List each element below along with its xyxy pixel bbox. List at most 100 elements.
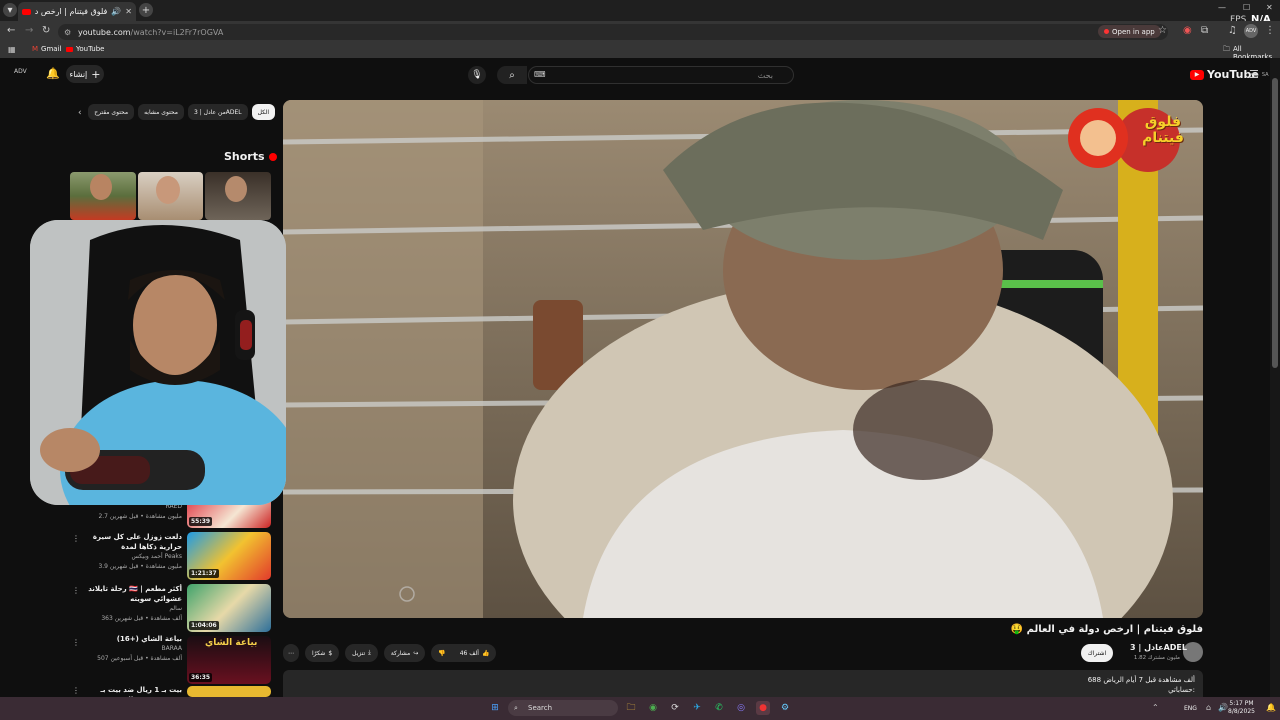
- steam-icon[interactable]: ⚙: [778, 701, 792, 715]
- new-tab-button[interactable]: +: [139, 3, 153, 17]
- shorts-shelf: [70, 172, 272, 220]
- like-dislike-group: 👎 46 ألف 👍: [431, 644, 497, 662]
- video-info: RAED 2.7 مليون مشاهدة • قبل شهرين: [80, 502, 182, 522]
- channel-name: أحمد وبيكس Peaks: [131, 553, 182, 560]
- video-thumbnail[interactable]: بياعة الشاي 36:35: [187, 636, 271, 684]
- whatsapp-icon[interactable]: ✆: [712, 701, 726, 715]
- shorts-title: Shorts: [224, 150, 265, 163]
- telegram-icon[interactable]: ✈: [690, 701, 704, 715]
- reload-icon[interactable]: ↻: [42, 25, 50, 36]
- thanks-button[interactable]: شكرًا $: [305, 644, 340, 662]
- toolbar: ← → ↻ ⚙ youtube.com/watch?v=iL2Fr7rOGVA …: [0, 21, 1280, 42]
- minimize-icon[interactable]: —: [1218, 3, 1226, 12]
- keyboard-icon[interactable]: ⌨: [534, 70, 546, 79]
- like-icon: 👍: [481, 649, 490, 657]
- description-text: حساباتي:: [1168, 686, 1195, 694]
- search-input[interactable]: بحث ⌨: [528, 66, 794, 84]
- extensions-puzzle-icon[interactable]: ⧉: [1201, 25, 1208, 36]
- star-icon[interactable]: ☆: [1158, 25, 1167, 36]
- extension-icon[interactable]: ◉: [1183, 25, 1192, 36]
- recording-app-icon[interactable]: ●: [756, 701, 770, 715]
- avatar[interactable]: ADV: [14, 68, 30, 82]
- chevron-up-icon[interactable]: ⌃: [1152, 703, 1159, 712]
- notifications-bell-icon[interactable]: 🔔: [46, 67, 60, 80]
- channel-name[interactable]: عادل | 3ADEL: [1130, 643, 1187, 652]
- maximize-icon[interactable]: ☐: [1243, 3, 1250, 12]
- bookmark-youtube[interactable]: YouTube: [66, 45, 104, 53]
- more-actions-icon[interactable]: ⋮: [72, 586, 80, 595]
- close-tab-icon[interactable]: ✕: [125, 7, 132, 16]
- apps-grid-icon[interactable]: ▦: [8, 45, 16, 54]
- subscriber-count: 1.82 مليون مشترك: [1133, 655, 1180, 661]
- youtube-page: ADV 🔔 إنشاء + 🎙 ⌕ بحث ⌨ ▶ YouTube SA ☰ ‹…: [0, 58, 1280, 704]
- video-player[interactable]: فلوق فيتنام: [283, 100, 1203, 618]
- language-indicator[interactable]: ENG: [1184, 705, 1197, 712]
- close-window-icon[interactable]: ✕: [1266, 3, 1273, 12]
- like-button[interactable]: 46 ألف 👍: [460, 650, 490, 657]
- short-thumbnail[interactable]: [70, 172, 136, 220]
- video-meta: 3.9 مليون مشاهدة • قبل شهرين: [98, 563, 182, 570]
- bookmark-gmail[interactable]: M Gmail: [32, 45, 61, 53]
- channel-name: BARAA: [161, 645, 182, 652]
- speaker-icon: 🔊: [111, 7, 122, 16]
- create-label: إنشاء: [69, 69, 88, 79]
- duration-badge: 36:35: [189, 673, 213, 682]
- video-thumbnail[interactable]: [187, 686, 271, 697]
- back-icon[interactable]: ←: [7, 25, 15, 36]
- scrollbar-thumb[interactable]: [1272, 78, 1278, 368]
- site-info-icon[interactable]: ⚙: [64, 28, 71, 37]
- notifications-icon[interactable]: 🔔: [1266, 703, 1276, 712]
- video-thumbnail[interactable]: 1:04:06: [187, 584, 271, 632]
- video-title: فلوق فيتنام | ارخص دولة في العالم 🤑: [1010, 624, 1203, 635]
- app-icon[interactable]: ⟳: [668, 701, 682, 715]
- discord-icon[interactable]: ◎: [734, 701, 748, 715]
- more-actions-icon[interactable]: ⋮: [72, 686, 80, 695]
- create-button[interactable]: إنشاء +: [66, 65, 104, 83]
- share-button[interactable]: مشاركة ↪: [383, 644, 426, 662]
- chip-suggested[interactable]: محتوى مقترح: [88, 104, 135, 120]
- search-button[interactable]: ⌕: [497, 66, 527, 84]
- more-horizontal-icon: ⋯: [288, 649, 294, 657]
- video-thumbnail[interactable]: 1:21:37: [187, 532, 271, 580]
- chip-related[interactable]: محتوى مشابه: [138, 104, 184, 120]
- video-title: دلعت زوزل على كل سيرة حرارية ذكاها لمدة: [92, 533, 182, 551]
- start-windows-icon[interactable]: ⊞: [488, 701, 502, 715]
- share-label: مشاركة: [390, 649, 411, 657]
- duration-badge: 1:04:06: [189, 621, 219, 630]
- guide-menu-icon[interactable]: ☰: [1249, 68, 1259, 81]
- subscribe-button[interactable]: اشتراك: [1081, 644, 1113, 662]
- chip-from-channel[interactable]: من عادل | 3ADEL: [187, 104, 248, 120]
- file-explorer-icon[interactable]: 🗀: [624, 701, 638, 715]
- video-meta: 363 ألف مشاهدة • قبل شهرين: [101, 615, 182, 622]
- tab-search-button[interactable]: ▾: [3, 3, 17, 17]
- address-bar[interactable]: ⚙ youtube.com/watch?v=iL2Fr7rOGVA: [58, 24, 1168, 40]
- voice-search-button[interactable]: 🎙: [468, 66, 486, 84]
- shorts-icon: [268, 152, 277, 161]
- masthead: ADV 🔔 إنشاء + 🎙 ⌕ بحث ⌨ ▶ YouTube SA ☰: [0, 58, 1270, 92]
- more-actions-icon[interactable]: ⋮: [72, 638, 80, 647]
- more-actions-icon[interactable]: ⋮: [72, 534, 80, 543]
- more-actions-button[interactable]: ⋯: [283, 644, 299, 662]
- chip-all[interactable]: الكل: [251, 104, 275, 120]
- taskbar-search[interactable]: ⌕ Search: [508, 700, 618, 716]
- network-icon[interactable]: ⌂: [1206, 703, 1211, 712]
- chrome-icon[interactable]: ◉: [646, 701, 660, 715]
- forward-icon[interactable]: →: [25, 25, 33, 36]
- dislike-icon[interactable]: 👎: [438, 650, 445, 657]
- media-icon[interactable]: ♫: [1228, 25, 1237, 36]
- tab-active[interactable]: ✕ 🔊 فلوق فيتنام | ارخص دولة في: [18, 2, 136, 21]
- open-in-app-button[interactable]: Open in app: [1098, 25, 1161, 38]
- video-meta: 2.7 مليون مشاهدة • قبل شهرين: [98, 513, 182, 520]
- youtube-icon: [66, 46, 73, 52]
- video-info: بياعة الشاي (+16) BARAA 507 ألف مشاهدة •…: [80, 634, 182, 664]
- logo-region: SA: [1261, 71, 1269, 78]
- short-thumbnail[interactable]: [205, 172, 272, 220]
- profile-avatar[interactable]: ADV: [1244, 24, 1258, 38]
- system-clock[interactable]: 5:17 PM 8/8/2025: [1228, 700, 1255, 716]
- download-button[interactable]: تنزيل ⤓: [345, 644, 378, 662]
- download-icon: ⤓: [368, 649, 371, 656]
- short-thumbnail[interactable]: [137, 172, 204, 220]
- volume-icon[interactable]: 🔊: [1218, 703, 1228, 712]
- menu-kebab-icon[interactable]: ⋮: [1265, 25, 1275, 36]
- description-box[interactable]: 688 ألف مشاهدة قبل 7 أيام الرياض حساباتي…: [283, 670, 1203, 697]
